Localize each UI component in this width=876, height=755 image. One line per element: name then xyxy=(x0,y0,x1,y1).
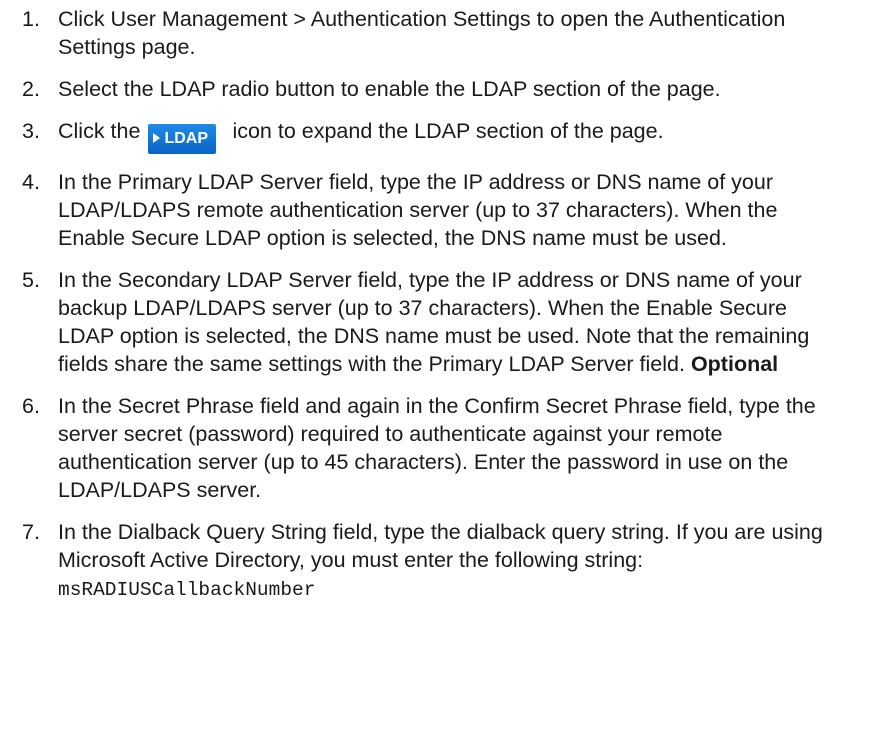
step-6: 6. In the Secret Phrase field and again … xyxy=(0,392,876,504)
code-string: msRADIUSCallbackNumber xyxy=(58,579,316,601)
optional-label: Optional xyxy=(690,352,779,376)
step-2: 2. Select the LDAP radio button to enabl… xyxy=(0,75,876,103)
step-number: 5. xyxy=(22,268,40,292)
step-number: 2. xyxy=(22,77,40,101)
step-5: 5. In the Secondary LDAP Server field, t… xyxy=(0,266,876,378)
instruction-list: 1. Click User Management > Authenticatio… xyxy=(0,5,876,604)
triangle-right-icon xyxy=(153,133,161,143)
step-number: 1. xyxy=(22,7,40,31)
step-text: Select the LDAP radio button to enable t… xyxy=(58,77,721,101)
step-number: 6. xyxy=(22,394,40,418)
step-number: 3. xyxy=(22,119,40,143)
step-number: 4. xyxy=(22,170,40,194)
step-text: In the Primary LDAP Server field, type t… xyxy=(58,170,778,250)
step-text: In the Secret Phrase field and again in … xyxy=(58,394,816,502)
step-4: 4. In the Primary LDAP Server field, typ… xyxy=(0,168,876,252)
step-3: 3. Click the LDAP icon to expand the LDAP … xyxy=(0,117,876,154)
ldap-icon-label: LDAP xyxy=(164,130,209,147)
step-text-after: icon to expand the LDAP section of the p… xyxy=(232,119,664,143)
step-7: 7. In the Dialback Query String field, t… xyxy=(0,518,876,604)
step-text-before: Click the xyxy=(58,119,141,143)
step-number: 7. xyxy=(22,520,40,544)
ldap-expand-icon: LDAP xyxy=(148,124,217,154)
document-page: 1. Click User Management > Authenticatio… xyxy=(0,0,876,755)
step-1: 1. Click User Management > Authenticatio… xyxy=(0,5,876,61)
step-text: Click User Management > Authentication S… xyxy=(58,7,786,59)
step-text: In the Dialback Query String field, type… xyxy=(58,520,823,572)
